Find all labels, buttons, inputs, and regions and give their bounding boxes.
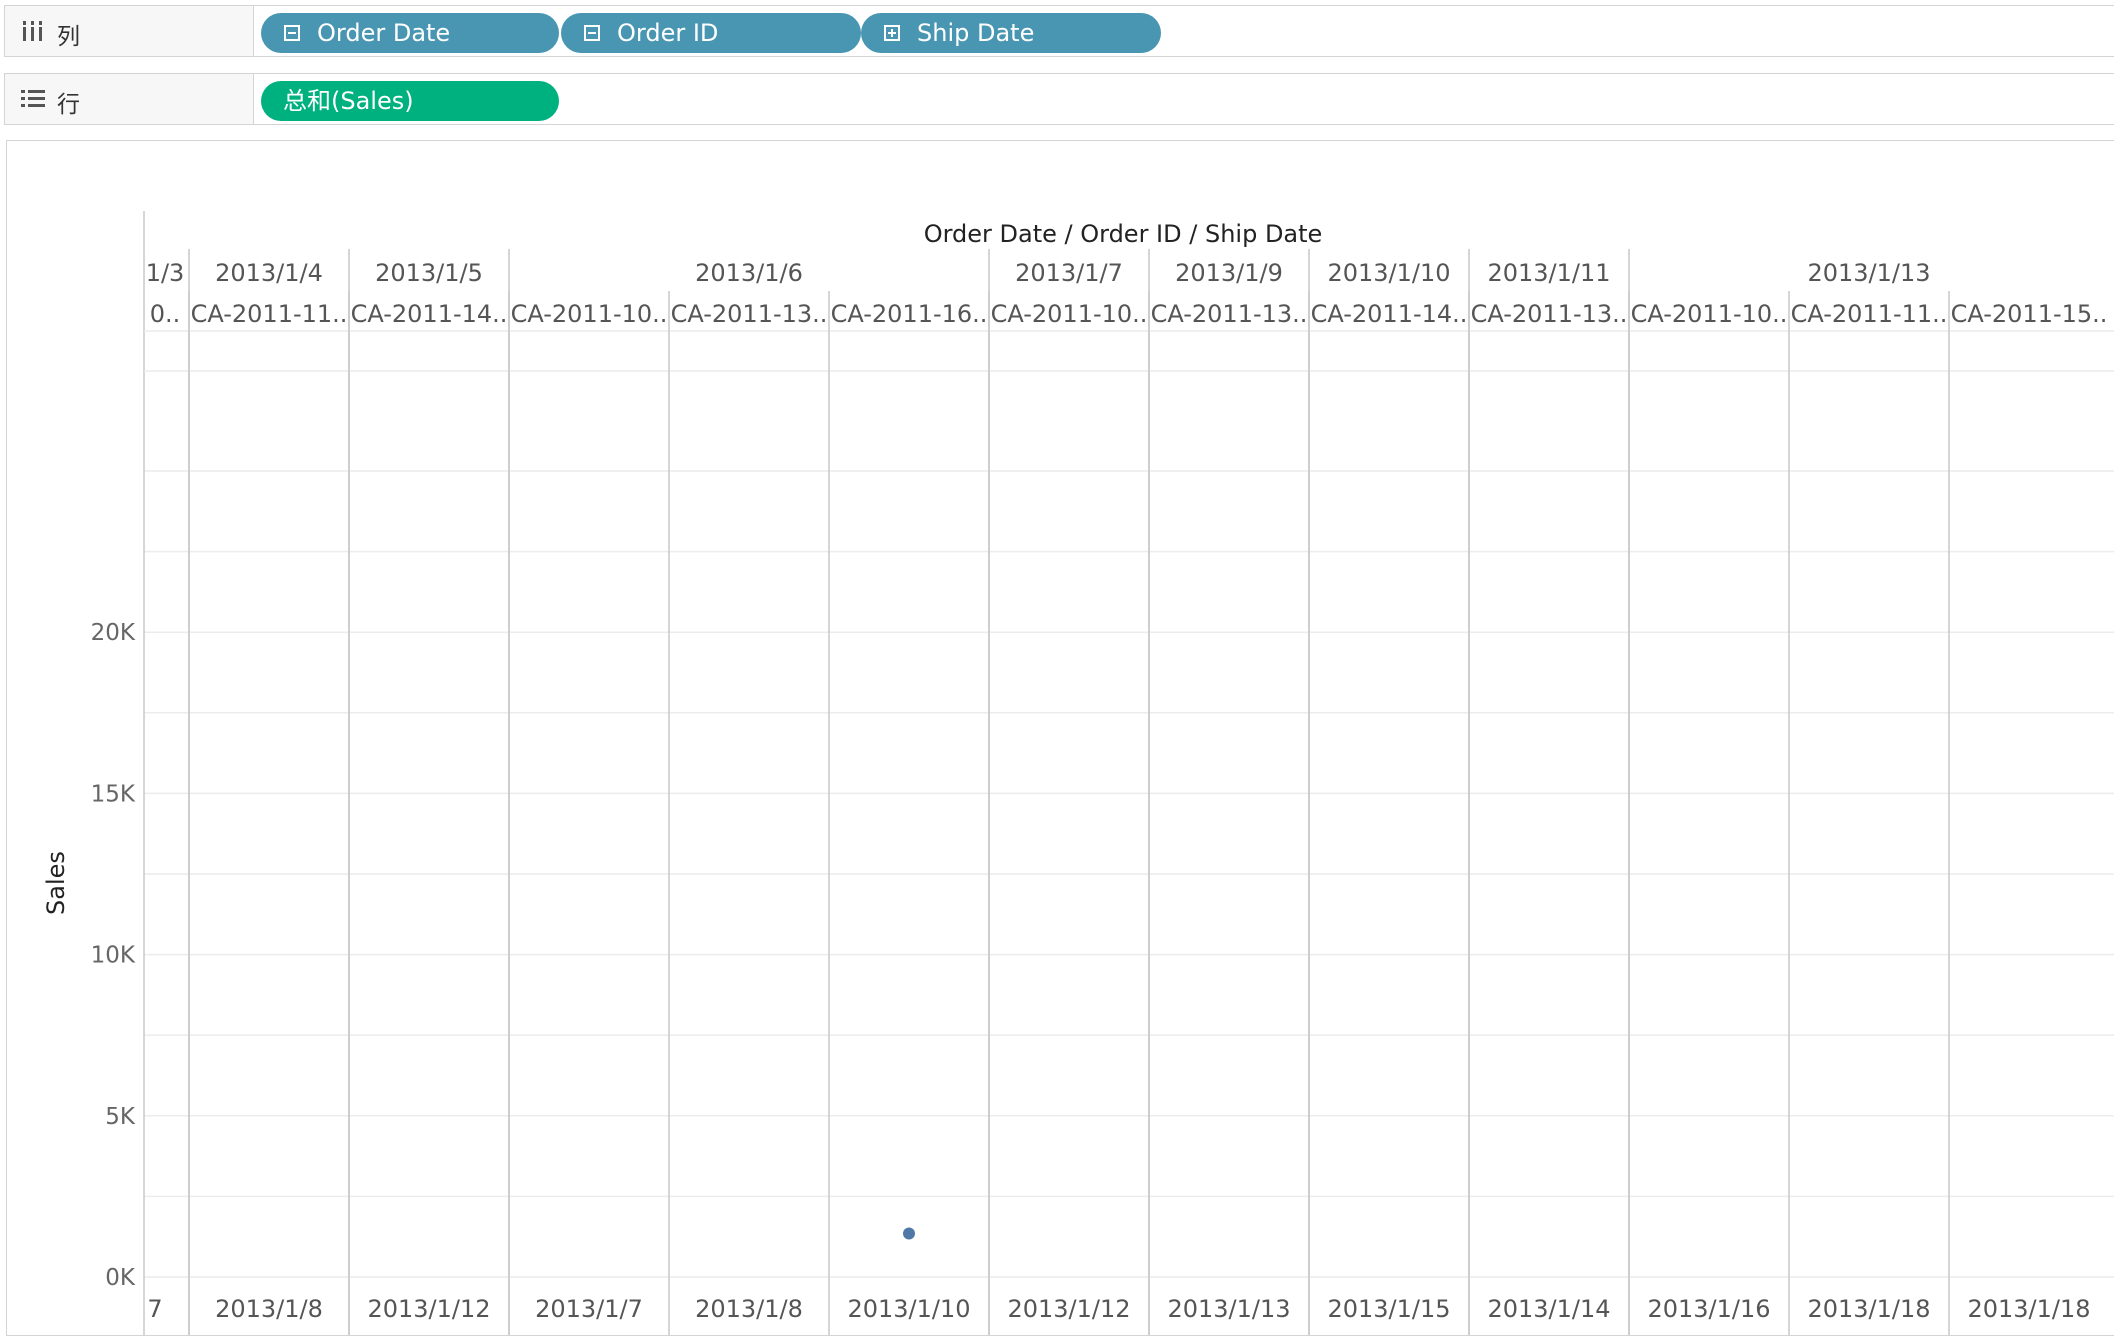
- ship-date-header: 2013/1/10: [847, 1295, 970, 1323]
- y-tick-label: 10K: [91, 943, 136, 969]
- order-id-header: 0..: [150, 300, 181, 328]
- data-point[interactable]: [903, 1227, 915, 1240]
- columns-shelf-header: 列: [5, 6, 254, 56]
- ship-date-pill[interactable]: Ship Date: [861, 13, 1161, 53]
- order-id-header: CA-2011-16..: [831, 300, 988, 328]
- order-date-header: 2013/1/13: [1807, 259, 1930, 287]
- ship-date-header: 2013/1/14: [1487, 1295, 1610, 1323]
- order-date-header: 2013/1/7: [1015, 259, 1123, 287]
- ship-date-header: 2013/1/18: [1807, 1295, 1930, 1323]
- ship-date-header: 2013/1/13: [1167, 1295, 1290, 1323]
- order-id-pill[interactable]: Order ID: [561, 13, 861, 53]
- order-date-pill[interactable]: Order Date: [261, 13, 559, 53]
- order-date-header: 2013/1/6: [695, 259, 803, 287]
- order-date-header: 2013/1/11: [1487, 259, 1610, 287]
- rows-icon: [21, 90, 45, 107]
- order-id-header: CA-2011-15..: [1951, 300, 2108, 328]
- pill-label: Order Date: [317, 19, 451, 47]
- collapse-icon[interactable]: [284, 25, 300, 41]
- y-tick-label: 0K: [105, 1265, 136, 1291]
- rows-shelf[interactable]: 行 总和(Sales): [4, 73, 2114, 125]
- pill-label: Order ID: [617, 19, 719, 47]
- order-id-header: CA-2011-13..: [671, 300, 828, 328]
- columns-icon: [23, 21, 42, 41]
- ship-date-header: 2013/1/8: [695, 1295, 803, 1323]
- expand-icon[interactable]: [884, 25, 900, 41]
- y-axis-title: Sales: [42, 851, 70, 915]
- rows-shelf-header: 行: [5, 74, 254, 124]
- order-id-header: CA-2011-14..: [1311, 300, 1468, 328]
- ship-date-header: 2013/1/18: [1967, 1295, 2090, 1323]
- collapse-icon[interactable]: [584, 25, 600, 41]
- order-date-header: 2013/1/10: [1327, 259, 1450, 287]
- y-tick-label: 15K: [91, 781, 136, 807]
- columns-shelf[interactable]: 列 Order Date Order ID Ship Date: [4, 5, 2114, 57]
- order-id-header: CA-2011-10..: [511, 300, 668, 328]
- order-id-header: CA-2011-11..: [191, 300, 348, 328]
- order-date-header: 2013/1/9: [1175, 259, 1283, 287]
- order-id-header: CA-2011-10..: [991, 300, 1148, 328]
- order-id-header: CA-2011-14..: [351, 300, 508, 328]
- pill-label: Ship Date: [917, 19, 1035, 47]
- ship-date-header: 2013/1/12: [1007, 1295, 1130, 1323]
- order-id-header: CA-2011-13..: [1471, 300, 1628, 328]
- chart-view[interactable]: 0K 5K 10K 15K 20K Sales Order Date / Order ID …: [6, 140, 2114, 1336]
- ship-date-header: 2013/1/8: [215, 1295, 323, 1323]
- columns-shelf-label: 列: [57, 24, 80, 50]
- order-id-header: CA-2011-10..: [1631, 300, 1788, 328]
- order-date-header: 1/3: [146, 259, 185, 287]
- order-date-header: 2013/1/5: [375, 259, 483, 287]
- y-tick-label: 20K: [91, 620, 136, 646]
- order-id-header: CA-2011-11..: [1791, 300, 1948, 328]
- column-header-title: Order Date / Order ID / Ship Date: [924, 220, 1323, 248]
- sum-sales-pill[interactable]: 总和(Sales): [261, 81, 559, 121]
- order-id-header: CA-2011-13..: [1151, 300, 1308, 328]
- pill-label: 总和(Sales): [283, 87, 414, 115]
- y-tick-label: 5K: [105, 1104, 136, 1130]
- ship-date-header: 2013/1/12: [367, 1295, 490, 1323]
- ship-date-header: 7: [147, 1295, 162, 1323]
- order-date-header: 2013/1/4: [215, 259, 323, 287]
- ship-date-header: 2013/1/16: [1647, 1295, 1770, 1323]
- ship-date-header: 2013/1/15: [1327, 1295, 1450, 1323]
- rows-shelf-label: 行: [57, 92, 80, 118]
- chart-canvas[interactable]: 0K 5K 10K 15K 20K Sales Order Date / Order ID …: [7, 141, 2114, 1335]
- ship-date-header: 2013/1/7: [535, 1295, 643, 1323]
